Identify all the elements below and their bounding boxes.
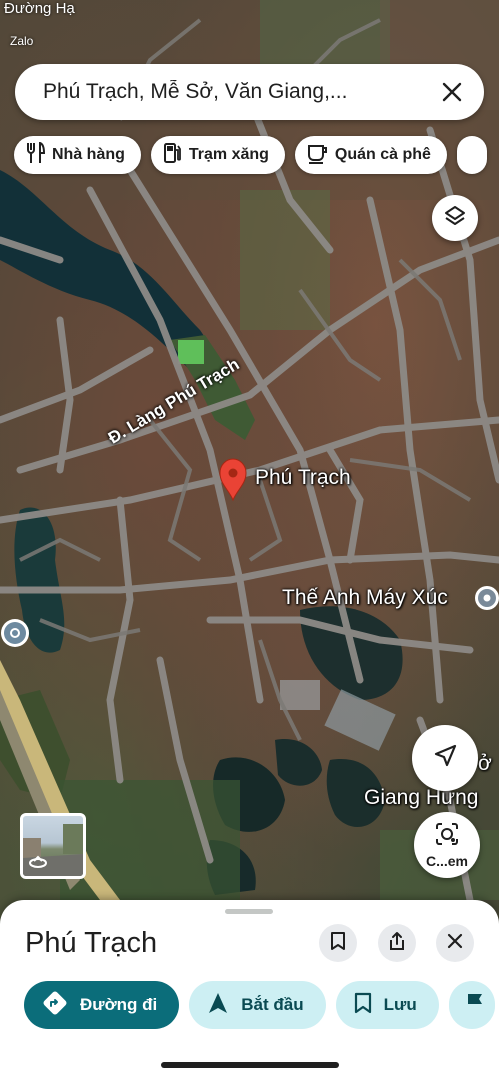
my-location-button[interactable]: [412, 725, 478, 791]
start-label: Bắt đầu: [241, 995, 304, 1014]
poi-label[interactable]: Thế Anh Máy Xúc: [282, 586, 448, 610]
restaurant-icon: [26, 141, 46, 169]
layers-button[interactable]: [432, 195, 478, 241]
share-icon: [388, 931, 406, 956]
lens-button[interactable]: C...em: [414, 812, 480, 878]
navigation-arrow-icon: [432, 743, 458, 774]
place-title: Phú Trạch: [25, 927, 158, 959]
chip-gas-station[interactable]: Trạm xăng: [150, 136, 285, 174]
chip-restaurant[interactable]: Nhà hàng: [14, 136, 141, 174]
area-label: Giang Hưng: [364, 786, 479, 809]
area-label-partial: ở: [478, 752, 492, 775]
sheet-drag-handle[interactable]: [225, 909, 273, 914]
chip-more[interactable]: [456, 136, 487, 174]
chip-label: Quán cà phê: [334, 146, 431, 163]
home-indicator: [161, 1062, 339, 1068]
share-button[interactable]: [378, 924, 416, 962]
chip-label: Trạm xăng: [188, 146, 269, 163]
save-button[interactable]: Lưu: [335, 981, 439, 1029]
close-icon[interactable]: [438, 78, 466, 106]
chip-coffee[interactable]: Quán cà phê: [294, 136, 447, 174]
coffee-icon: [307, 142, 329, 169]
zalo-hint: Zalo: [10, 34, 34, 48]
lens-label: C...em: [425, 852, 468, 869]
bookmark-icon: [354, 992, 372, 1019]
close-icon: [447, 933, 463, 954]
category-chips: Nhà hàng Trạm xăng Quán cà phê: [14, 136, 487, 174]
chip-label: Nhà hàng: [52, 146, 125, 163]
camera-lens-icon: [434, 822, 460, 851]
status-top-text: Đường Hạ: [4, 0, 75, 17]
street-view-photo: [23, 824, 83, 876]
place-pin: [219, 458, 247, 502]
pin-label[interactable]: Phú Trạch: [255, 466, 351, 490]
place-sheet[interactable]: Phú Trạch Đường đi Bắt đầu Lưu: [0, 900, 499, 1080]
street-view-thumbnail[interactable]: [20, 813, 86, 879]
more-action-button[interactable]: [448, 981, 495, 1029]
close-sheet-button[interactable]: [436, 924, 474, 962]
directions-icon: [42, 990, 68, 1021]
gas-station-icon: [163, 142, 183, 169]
save-label: Lưu: [383, 995, 417, 1014]
search-bar[interactable]: Phú Trạch, Mễ Sở, Văn Giang,...: [15, 64, 484, 120]
layers-icon: [443, 204, 467, 233]
directions-button[interactable]: Đường đi: [24, 981, 180, 1029]
status-bar: Đường Hạ Zalo: [0, 0, 75, 48]
action-buttons: Đường đi Bắt đầu Lưu: [24, 981, 495, 1029]
directions-label: Đường đi: [80, 995, 158, 1014]
navigation-arrow-icon: [207, 991, 229, 1020]
flag-icon: [465, 992, 485, 1019]
bookmark-icon: [330, 931, 346, 956]
start-button[interactable]: Bắt đầu: [189, 981, 326, 1029]
save-icon-button[interactable]: [319, 924, 357, 962]
search-query[interactable]: Phú Trạch, Mễ Sở, Văn Giang,...: [43, 80, 438, 104]
